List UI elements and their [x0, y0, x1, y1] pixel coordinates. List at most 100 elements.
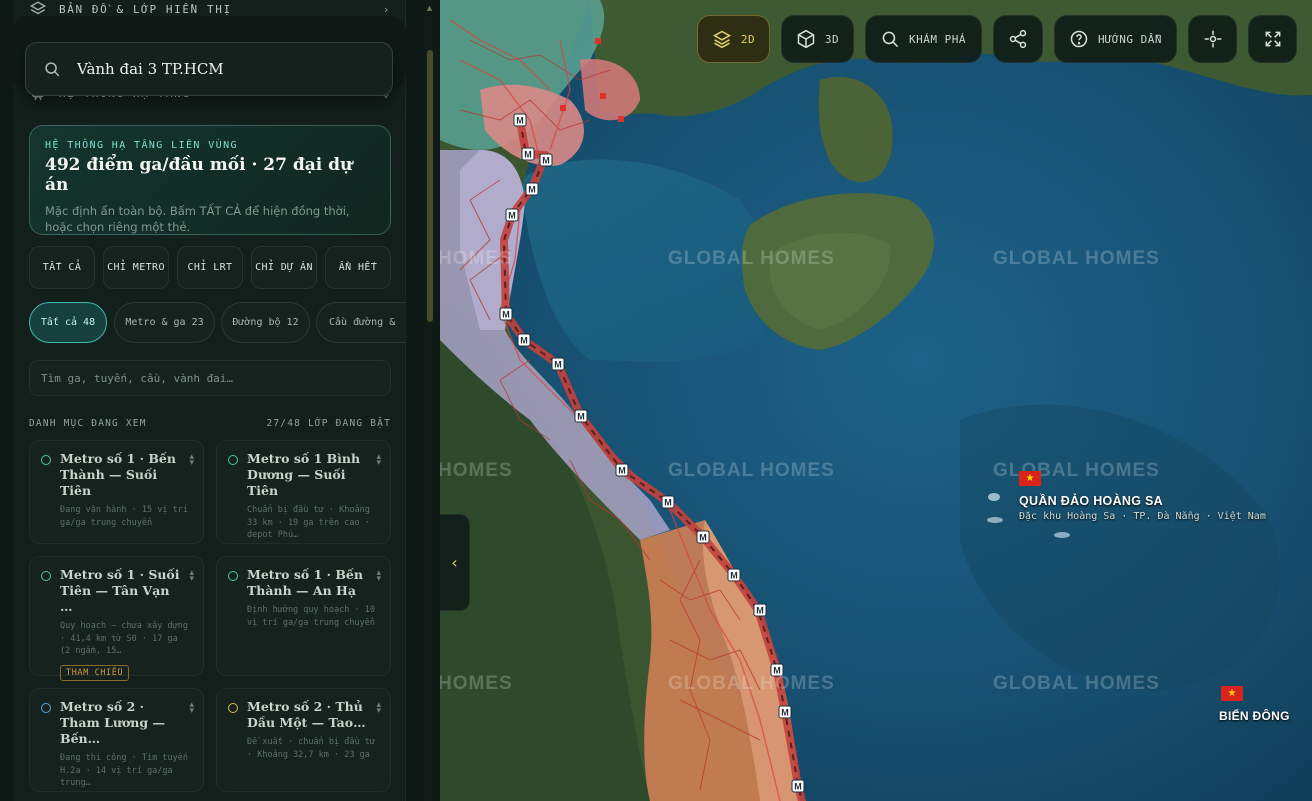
chip-all[interactable]: Tất cả 48 [29, 302, 107, 343]
layer-card[interactable]: ▴ ▾ Metro số 2 · Thủ Dầu Một — Tao… Đề xu… [216, 688, 391, 792]
locate-button[interactable] [1188, 15, 1237, 63]
layer-card[interactable]: ▴ ▾ Metro số 1 Bình Dương — Suối Tiên Chu… [216, 440, 391, 544]
svg-text:M: M [516, 116, 524, 126]
bien-dong-label[interactable]: ★ BIỂN ĐÔNG [1219, 686, 1290, 723]
layer-card[interactable]: ▴ ▾ Metro số 1 · Suối Tiên — Tân Vạn … Qu… [29, 556, 204, 681]
status-dot [41, 455, 51, 465]
drag-handle-icon[interactable]: ▴ ▾ [376, 701, 381, 716]
layer-card-meta: Quy hoạch — chưa xây dựng · 41,4 km từ S… [60, 621, 188, 656]
chip-roads[interactable]: Đường bộ 12 [221, 302, 310, 343]
metro-station-marker[interactable]: M [513, 113, 527, 127]
explore-button[interactable]: KHÁM PHÁ [865, 15, 982, 63]
scrollbar-thumb[interactable] [427, 50, 433, 322]
layer-card[interactable]: ▴ ▾ Metro số 1 · Bến Thành — Suối Tiên Đa… [29, 440, 204, 544]
status-dot [228, 455, 238, 465]
view-2d-button[interactable]: 2D [697, 15, 770, 63]
search-container [12, 16, 406, 96]
chip-bridges[interactable]: Cầu đường & [316, 302, 406, 343]
list-header: DANH MỤC ĐANG XEM 27/48 LỚP ĐANG BẬT [29, 418, 391, 429]
hoang-sa-label[interactable]: ★ QUẦN ĐẢO HOÀNG SA Đặc khu Hoàng Sa · T… [1019, 471, 1266, 522]
svg-text:M: M [508, 211, 516, 221]
view-3d-button[interactable]: 3D [781, 15, 854, 63]
svg-text:M: M [699, 533, 707, 543]
map-canvas[interactable]: MMMMMMMMMMMMMMMMM HOMES GLOBAL HOMES GLO… [440, 0, 1312, 801]
metro-station-marker[interactable]: M [539, 153, 553, 167]
metro-station-marker[interactable]: M [778, 705, 792, 719]
fullscreen-button[interactable] [1248, 15, 1297, 63]
map-svg[interactable]: MMMMMMMMMMMMMMMMM [440, 0, 1312, 801]
metro-station-marker[interactable]: M [551, 357, 565, 371]
section-map-layers-label: BẢN ĐỒ & LỚP HIỂN THỊ [59, 2, 232, 16]
filter-lrt-button[interactable]: CHỈ LRT [177, 246, 243, 289]
drag-handle-icon[interactable]: ▴ ▾ [376, 569, 381, 584]
list-count: 27/48 LỚP ĐANG BẬT [266, 418, 391, 429]
expand-icon [1265, 31, 1280, 47]
guide-label: HƯỚNG DẪN [1097, 32, 1163, 46]
filter-all-button[interactable]: TẤT CẢ [29, 246, 95, 289]
drag-handle-icon[interactable]: ▴ ▾ [189, 453, 194, 468]
layer-card-title: Metro số 1 Bình Dương — Suối Tiên [247, 451, 361, 498]
metro-station-marker[interactable]: M [517, 333, 531, 347]
watermark: HOMES [440, 248, 513, 269]
search-box[interactable] [25, 42, 393, 96]
metro-station-marker[interactable]: M [505, 208, 519, 222]
layers-icon [712, 30, 731, 49]
layer-card-meta: Đang thi công · Tim tuyến H.2a · 14 vị t… [60, 753, 188, 788]
filter-projects-button[interactable]: CHỈ DỰ ÁN [251, 246, 317, 289]
svg-text:M: M [542, 156, 550, 166]
layer-card[interactable]: ▴ ▾ Metro số 2 · Tham Lương — Bến… Đang t… [29, 688, 204, 792]
layer-card-meta: Đề xuất · chuẩn bị đầu tư · Khoảng 32,7 … [247, 737, 375, 760]
metro-station-marker[interactable]: M [661, 495, 675, 509]
vietnam-flag-icon: ★ [1221, 686, 1243, 701]
layer-card-meta: Chuẩn bị đầu tư · Khoảng 33 km · 19 ga t… [247, 505, 370, 540]
drag-handle-icon[interactable]: ▴ ▾ [189, 569, 194, 584]
hide-all-button[interactable]: ẨN HẾT [325, 246, 391, 289]
layer-card[interactable]: ▴ ▾ Metro số 1 · Bến Thành — An Hạ Định h… [216, 556, 391, 676]
layer-filter-input[interactable] [29, 360, 391, 396]
list-title: DANH MỤC ĐANG XEM [29, 418, 147, 429]
watermark: GLOBAL HOMES [668, 248, 835, 269]
filter-metro-button[interactable]: CHỈ METRO [103, 246, 169, 289]
sidebar-scrollbar[interactable]: ▲ [425, 0, 434, 801]
infrastructure-summary-card: HỆ THỐNG HẠ TẦNG LIÊN VÙNG 492 điểm ga/đ… [29, 125, 391, 235]
cube-icon [797, 29, 815, 49]
metro-station-marker[interactable]: M [574, 409, 588, 423]
svg-text:M: M [756, 606, 764, 616]
metro-station-marker[interactable]: M [791, 779, 805, 793]
search-icon [45, 61, 60, 76]
layer-card-title: Metro số 2 · Thủ Dầu Một — Tao… [247, 699, 366, 730]
svg-text:M: M [781, 708, 789, 718]
metro-station-marker[interactable]: M [521, 147, 535, 161]
search-input[interactable] [77, 60, 367, 78]
svg-text:M: M [520, 336, 528, 346]
share-button[interactable] [993, 15, 1043, 63]
metro-station-marker[interactable]: M [615, 463, 629, 477]
drag-handle-icon[interactable]: ▴ ▾ [376, 453, 381, 468]
collapse-panel-button[interactable]: ‹ [440, 514, 470, 611]
watermark: GLOBAL HOMES [993, 248, 1160, 269]
watermark: GLOBAL HOMES [993, 673, 1160, 694]
drag-handle-icon[interactable]: ▴ ▾ [189, 701, 194, 716]
view-2d-label: 2D [740, 32, 756, 46]
summary-description: Mặc định ẩn toàn bộ. Bấm TẤT CẢ để hiện … [45, 204, 350, 234]
status-dot [228, 703, 238, 713]
reference-badge: THAM CHIẾU [60, 664, 130, 681]
scroll-up-arrow-icon[interactable]: ▲ [425, 4, 434, 12]
svg-text:M: M [664, 498, 672, 508]
watermark: GLOBAL HOMES [668, 460, 835, 481]
help-icon [1070, 30, 1088, 48]
status-dot [228, 571, 238, 581]
metro-station-marker[interactable]: M [696, 530, 710, 544]
metro-station-marker[interactable]: M [727, 568, 741, 582]
metro-station-marker[interactable]: M [525, 182, 539, 196]
search-icon [882, 31, 899, 47]
layer-card-title: Metro số 2 · Tham Lương — Bến… [60, 699, 165, 746]
bien-dong-title: BIỂN ĐÔNG [1219, 709, 1290, 723]
guide-button[interactable]: HƯỚNG DẪN [1054, 15, 1177, 63]
chip-metro[interactable]: Metro & ga 23 [114, 302, 215, 343]
watermark: HOMES [440, 673, 513, 694]
vietnam-flag-icon: ★ [1019, 471, 1041, 486]
summary-eyebrow: HỆ THỐNG HẠ TẦNG LIÊN VÙNG [45, 140, 238, 151]
metro-station-marker[interactable]: M [499, 307, 513, 321]
metro-station-marker[interactable]: M [753, 603, 767, 617]
